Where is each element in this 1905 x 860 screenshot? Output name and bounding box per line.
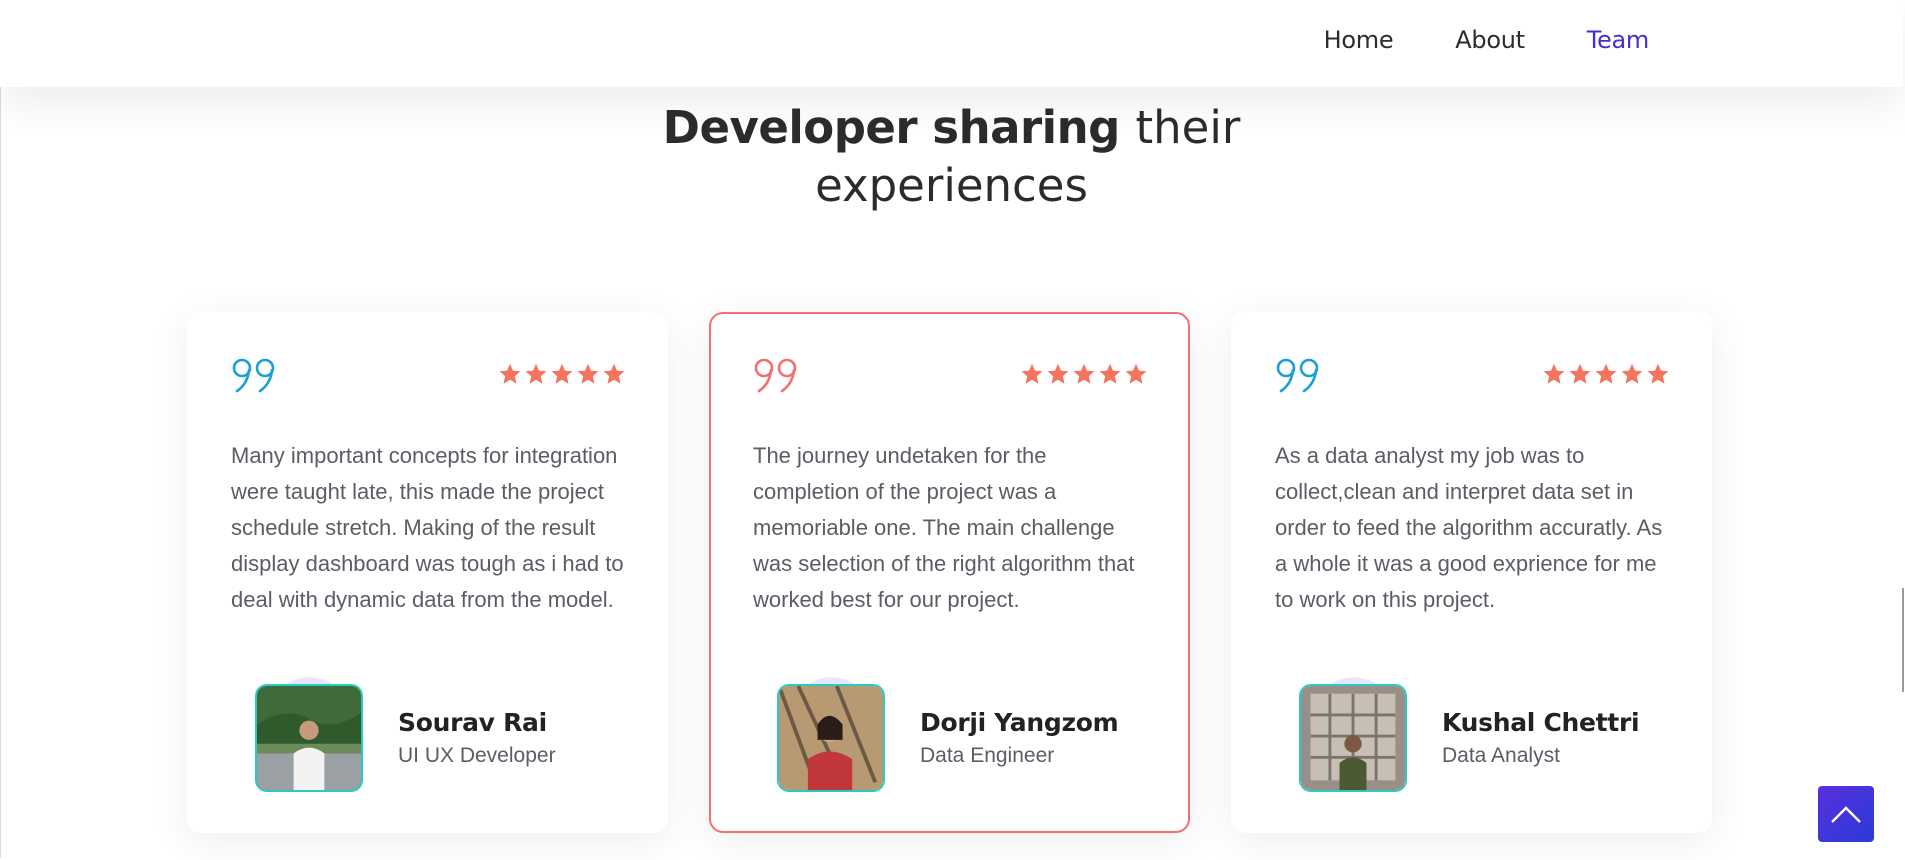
site-header: Home About Team bbox=[0, 0, 1903, 87]
star-icon bbox=[603, 363, 625, 384]
section-heading: Developer sharing their experiences bbox=[0, 99, 1903, 215]
author-role: UI UX Developer bbox=[398, 744, 556, 767]
author: Sourav Rai UI UX Developer bbox=[247, 674, 627, 794]
star-icon bbox=[1099, 363, 1121, 384]
testimonial-text: The journey undetaken for the completion… bbox=[753, 443, 1135, 612]
star-icon bbox=[1073, 363, 1095, 384]
scrollbar-thumb[interactable] bbox=[1902, 588, 1904, 692]
avatar bbox=[255, 684, 363, 792]
avatar bbox=[1299, 684, 1407, 792]
star-icon bbox=[1047, 363, 1069, 384]
author-name: Sourav Rai bbox=[398, 708, 547, 737]
main-nav: Home About Team bbox=[1262, 26, 1650, 54]
testimonial-card: Many important concepts for integration … bbox=[187, 312, 668, 833]
star-rating bbox=[1020, 362, 1148, 386]
nav-team[interactable]: Team bbox=[1587, 26, 1650, 54]
double-quote-icon bbox=[754, 358, 797, 393]
star-icon bbox=[525, 363, 547, 384]
avatar bbox=[777, 684, 885, 792]
author-name: Dorji Yangzom bbox=[920, 708, 1119, 737]
star-icon bbox=[1621, 363, 1643, 384]
scroll-to-top-button[interactable] bbox=[1818, 786, 1874, 842]
nav-home[interactable]: Home bbox=[1324, 26, 1394, 54]
author-role: Data Engineer bbox=[920, 744, 1055, 767]
author: Dorji Yangzom Data Engineer bbox=[769, 674, 1149, 794]
testimonial-card-featured: The journey undetaken for the completion… bbox=[709, 312, 1190, 833]
author-role: Data Analyst bbox=[1442, 744, 1560, 767]
heading-light-2: experiences bbox=[815, 159, 1088, 212]
star-icon bbox=[1647, 363, 1669, 384]
star-icon bbox=[551, 363, 573, 384]
star-icon bbox=[1021, 363, 1043, 384]
testimonial-text: As a data analyst my job was to collect,… bbox=[1275, 443, 1663, 612]
heading-bold: Developer sharing bbox=[662, 101, 1121, 154]
star-icon bbox=[577, 363, 599, 384]
testimonial-text: Many important concepts for integration … bbox=[231, 443, 624, 612]
author-name: Kushal Chettri bbox=[1442, 708, 1640, 737]
star-icon bbox=[1569, 363, 1591, 384]
chevron-up-icon bbox=[1831, 806, 1861, 823]
double-quote-icon bbox=[1276, 358, 1319, 393]
double-quote-icon bbox=[232, 358, 275, 393]
star-icon bbox=[1125, 363, 1147, 384]
star-icon bbox=[499, 363, 521, 384]
author: Kushal Chettri Data Analyst bbox=[1291, 674, 1671, 794]
star-rating bbox=[498, 362, 626, 386]
heading-light-1: their bbox=[1135, 101, 1241, 154]
star-icon bbox=[1595, 363, 1617, 384]
star-rating bbox=[1542, 362, 1670, 386]
nav-about[interactable]: About bbox=[1455, 26, 1525, 54]
testimonial-card: As a data analyst my job was to collect,… bbox=[1231, 312, 1712, 833]
star-icon bbox=[1543, 363, 1565, 384]
